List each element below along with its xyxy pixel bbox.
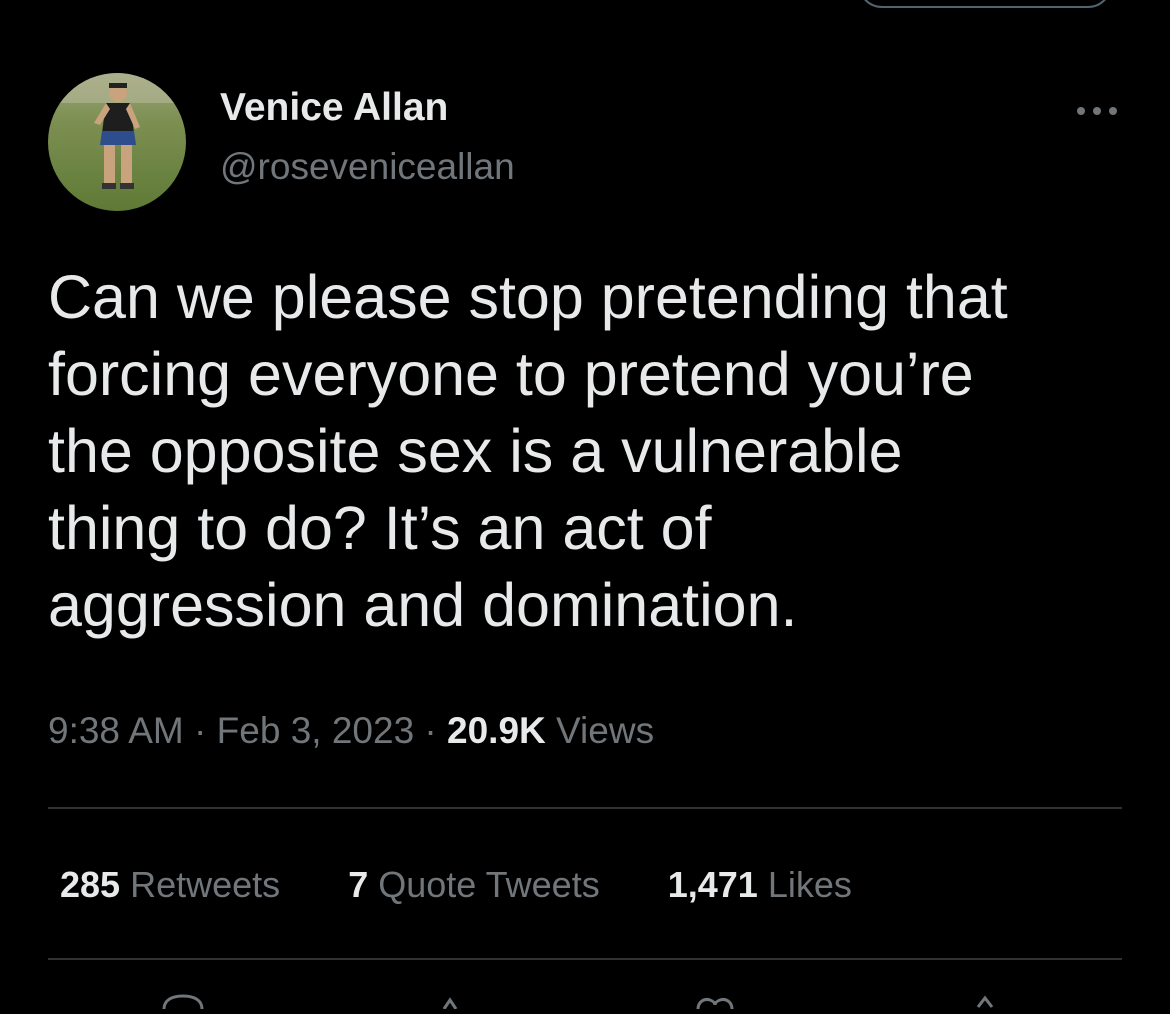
follow-button[interactable] xyxy=(858,0,1112,8)
quote-tweets-label: Quote Tweets xyxy=(378,864,600,905)
author-display-name[interactable]: Venice Allan xyxy=(220,86,448,130)
author-handle[interactable]: @roseveniceallan xyxy=(220,146,515,188)
retweets-stat[interactable]: 285 Retweets xyxy=(60,864,280,906)
tweet-text: Can we please stop pretending that forci… xyxy=(48,259,1138,644)
separator: · xyxy=(194,710,207,751)
likes-count: 1,471 xyxy=(667,864,758,905)
divider xyxy=(48,958,1122,960)
retweets-count: 285 xyxy=(60,864,121,905)
quote-tweets-count: 7 xyxy=(348,864,369,905)
likes-stat[interactable]: 1,471 Likes xyxy=(668,864,852,906)
like-icon[interactable] xyxy=(690,994,740,1010)
views-count: 20.9K xyxy=(447,710,546,751)
likes-label: Likes xyxy=(767,864,852,905)
avatar[interactable] xyxy=(48,73,186,211)
tweet-time[interactable]: 9:38 AM xyxy=(48,710,184,751)
quote-tweets-stat[interactable]: 7 Quote Tweets xyxy=(348,864,600,906)
retweets-label: Retweets xyxy=(130,864,281,905)
retweet-icon[interactable] xyxy=(430,994,480,1010)
reply-icon[interactable] xyxy=(158,994,208,1010)
profile-photo-icon xyxy=(48,73,186,211)
separator: · xyxy=(424,710,437,751)
tweet-date[interactable]: Feb 3, 2023 xyxy=(217,710,414,751)
share-icon[interactable] xyxy=(960,994,1010,1009)
more-horizontal-icon[interactable] xyxy=(1074,96,1120,126)
views-label: Views xyxy=(556,710,655,751)
tweet-action-bar xyxy=(0,994,1170,1010)
tweet-metadata: 9:38 AM · Feb 3, 2023 · 20.9K Views xyxy=(48,710,654,752)
tweet-text-line: thing to do? It’s an act of xyxy=(48,494,712,562)
divider xyxy=(48,807,1122,809)
tweet-text-line: forcing everyone to pretend you’re xyxy=(48,340,974,408)
tweet-stats: 285 Retweets 7 Quote Tweets 1,471 Likes xyxy=(60,864,910,906)
tweet-text-line: Can we please stop pretending that xyxy=(48,263,1008,331)
tweet-text-line: aggression and domination. xyxy=(48,571,798,639)
tweet-text-line: the opposite sex is a vulnerable xyxy=(48,417,903,485)
